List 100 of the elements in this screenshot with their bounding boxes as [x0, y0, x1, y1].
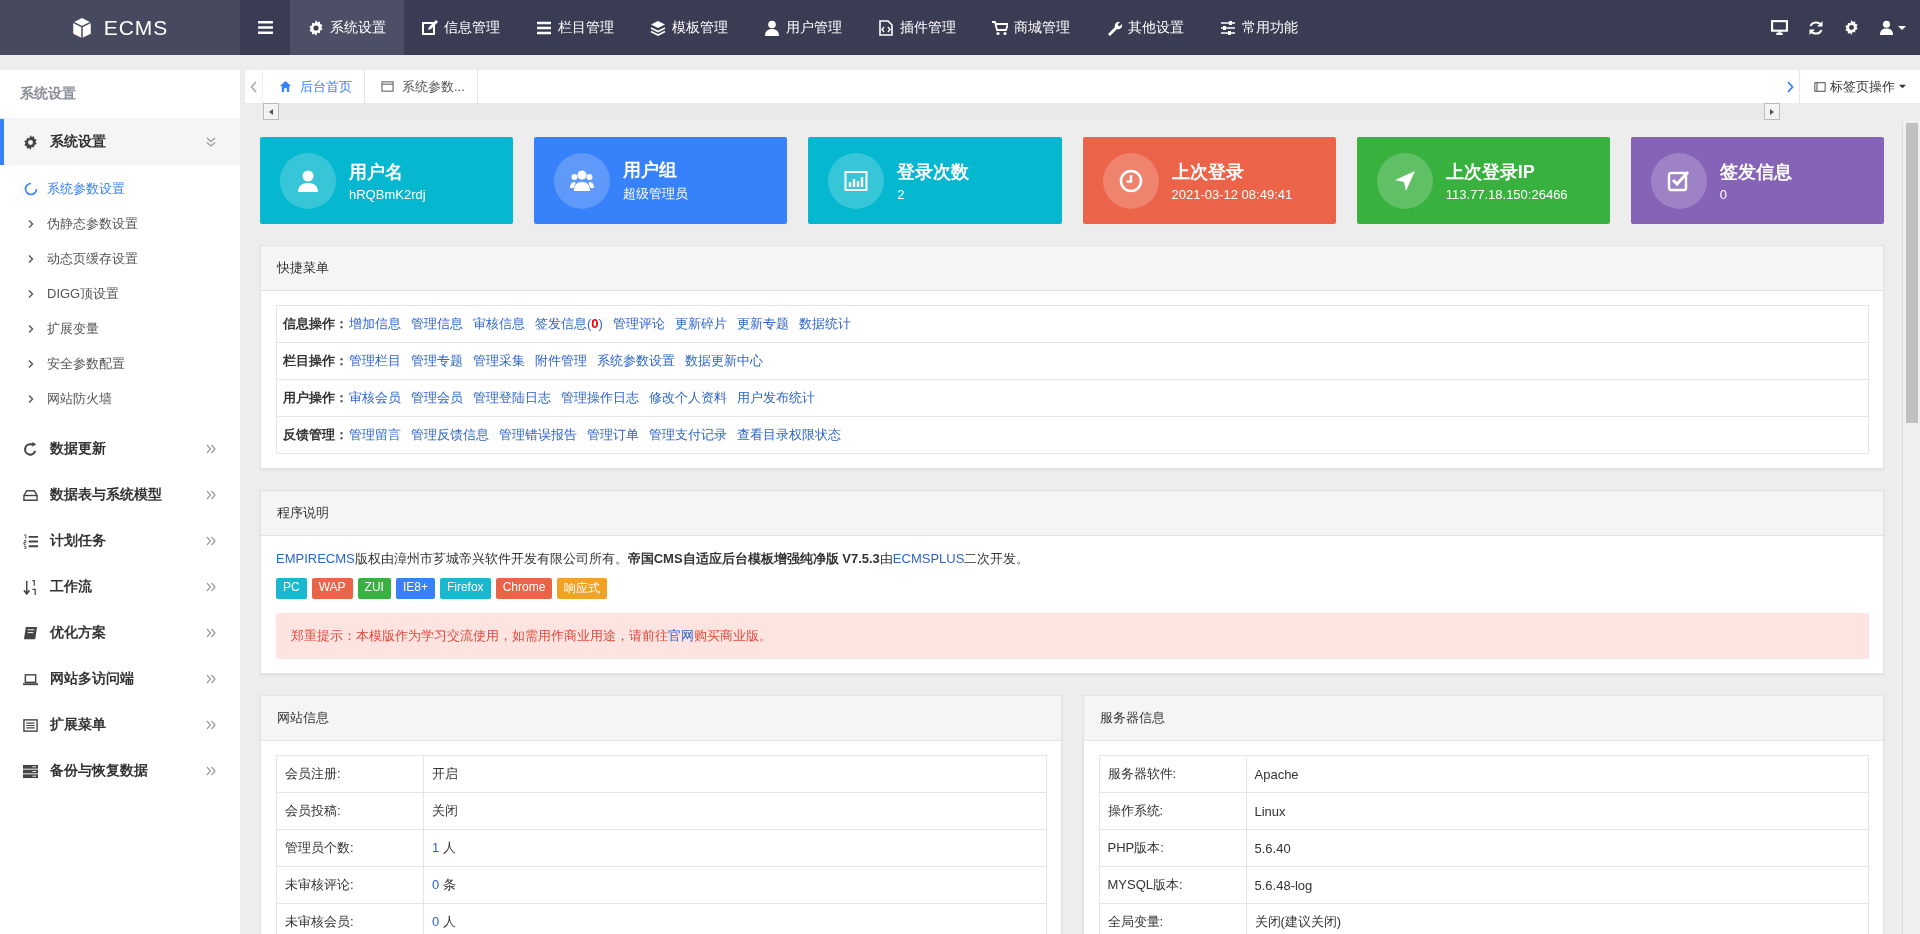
vertical-scrollbar[interactable] [1902, 121, 1920, 934]
sidebar-group[interactable]: 扩展菜单 [0, 702, 240, 748]
quick-link[interactable]: 管理采集 [473, 352, 525, 370]
stat-value: 2021-03-12 08:49:41 [1171, 186, 1293, 202]
sidebar-item[interactable]: 网站防火墙 [0, 381, 240, 416]
quick-link[interactable]: 数据统计 [798, 315, 851, 333]
sidebar-group[interactable]: 数据更新 [0, 426, 240, 472]
quick-link[interactable]: 增加信息 [349, 315, 401, 333]
info-label: MYSQL版本: [1099, 866, 1246, 904]
link[interactable]: EMPIRECMS [276, 551, 355, 566]
quick-link[interactable]: 审核会员 [349, 389, 401, 407]
quick-link[interactable]: 附件管理 [535, 352, 587, 370]
nav-item[interactable]: 栏目管理 [518, 0, 632, 55]
nav-item[interactable]: 其他设置 [1088, 0, 1202, 55]
quick-link[interactable]: 管理订单 [587, 426, 639, 444]
user-menu-button[interactable] [1879, 20, 1906, 35]
sidebar-group[interactable]: 计划任务 [0, 518, 240, 564]
quick-link[interactable]: 更新专题 [736, 315, 789, 333]
quick-link[interactable]: 管理会员 [411, 389, 463, 407]
sidebar-item[interactable]: 动态页缓存设置 [0, 241, 240, 276]
quick-link[interactable]: 管理栏目 [349, 352, 401, 370]
nav-item[interactable]: 系统设置 [290, 0, 404, 55]
badge: ZUI [357, 578, 391, 599]
panel-title: 网站信息 [261, 696, 1061, 741]
notice-alert: 郑重提示：本模版作为学习交流使用，如需用作商业用途，请前往官网购买商业版。 [276, 613, 1869, 659]
chevron-right-icon [1786, 80, 1794, 93]
info-label: 全局变量: [1099, 903, 1246, 934]
stat-title: 用户名 [349, 160, 404, 184]
quick-link[interactable]: 管理专题 [411, 352, 463, 370]
user-icon [1879, 20, 1894, 35]
stat-title: 上次登录IP [1445, 160, 1536, 184]
sidebar-group[interactable]: 备份与恢复数据 [0, 748, 240, 794]
sidebar-group[interactable]: 数据表与系统模型 [0, 472, 240, 518]
badge: 响应式 [557, 578, 608, 599]
refresh-icon[interactable] [1808, 19, 1824, 36]
sidebar-item[interactable]: 扩展变量 [0, 311, 240, 346]
stat-value: 超级管理员 [623, 185, 689, 203]
user-icon [764, 19, 780, 36]
refresh-icon [23, 441, 38, 457]
info-value: 5.6.48-log [1246, 866, 1869, 904]
nav-item[interactable]: 商城管理 [974, 0, 1088, 55]
stat-title: 登录次数 [897, 160, 970, 184]
quick-link[interactable]: 系统参数设置 [597, 352, 675, 370]
stat-title: 上次登录 [1171, 160, 1245, 184]
info-label: PHP版本: [1099, 829, 1246, 867]
bar-chart-icon [844, 168, 869, 193]
sidebar-group[interactable]: 工作流 [0, 564, 240, 610]
quick-link[interactable]: 数据更新中心 [685, 352, 763, 370]
badge: PC [276, 578, 307, 599]
sidebar-item[interactable]: 伪静态参数设置 [0, 206, 240, 241]
list-window-icon [23, 717, 38, 733]
quick-link[interactable]: 更新碎片 [674, 315, 727, 333]
info-value: Apache [1246, 755, 1869, 793]
link[interactable]: ECMSPLUS [892, 551, 965, 566]
sidebar-group[interactable]: 系统设置 [0, 119, 240, 165]
gear-icon [23, 134, 38, 150]
info-label: 会员投稿: [276, 792, 424, 830]
info-value: Linux [1246, 792, 1869, 830]
quick-link[interactable]: 管理留言 [349, 426, 401, 444]
cart-icon [992, 19, 1008, 36]
quick-link[interactable]: 管理反馈信息 [411, 426, 489, 444]
quick-link[interactable]: 管理评论 [612, 315, 665, 333]
link[interactable]: 官网 [668, 628, 694, 643]
horizontal-scrollbar[interactable] [263, 103, 1780, 120]
nav-item[interactable]: 插件管理 [860, 0, 974, 55]
monitor-icon[interactable] [1771, 19, 1788, 36]
info-label: 未审核会员: [276, 903, 424, 934]
sidebar-item[interactable]: DIGG顶设置 [0, 276, 240, 311]
sidebar-group[interactable]: 优化方案 [0, 610, 240, 656]
quick-link[interactable]: 管理登陆日志 [473, 389, 551, 407]
quick-link[interactable]: 用户发布统计 [737, 389, 815, 407]
sidebar-item[interactable]: 安全参数配置 [0, 346, 240, 381]
panel-title: 快捷菜单 [261, 246, 1883, 291]
nav-item[interactable]: 模板管理 [632, 0, 746, 55]
info-value: 5.6.40 [1246, 829, 1869, 867]
stat-title: 签发信息 [1719, 160, 1792, 184]
quick-link[interactable]: 管理操作日志 [561, 389, 639, 407]
quick-link[interactable]: 查看目录权限状态 [737, 426, 841, 444]
quick-link[interactable]: 管理信息 [411, 315, 463, 333]
sidebar-item[interactable]: 系统参数设置 [0, 171, 240, 206]
quick-link[interactable]: 签发信息(0) [535, 315, 603, 333]
info-value: 开启 [423, 755, 1046, 793]
clock-icon [1118, 168, 1143, 193]
logo-text: ECMS [103, 15, 169, 40]
sort-number-icon [23, 579, 38, 595]
caret-icon [1898, 23, 1906, 32]
sidebar-group[interactable]: 网站多访问端 [0, 656, 240, 702]
quick-link[interactable]: 管理错误报告 [499, 426, 577, 444]
settings-icon[interactable] [1844, 20, 1859, 35]
quick-link[interactable]: 修改个人资料 [649, 389, 727, 407]
nav-item[interactable]: 信息管理 [404, 0, 518, 55]
stat-value: 113.77.18.150:26466 [1445, 186, 1568, 202]
nav-item[interactable]: 常用功能 [1202, 0, 1316, 55]
quick-link[interactable]: 管理支付记录 [649, 426, 727, 444]
layers-icon [650, 19, 666, 36]
info-label: 未审核评论: [276, 866, 424, 904]
quick-link[interactable]: 审核信息 [473, 315, 525, 333]
nav-item[interactable]: 用户管理 [746, 0, 860, 55]
info-label: 会员注册: [276, 755, 424, 793]
user-icon [296, 168, 320, 193]
